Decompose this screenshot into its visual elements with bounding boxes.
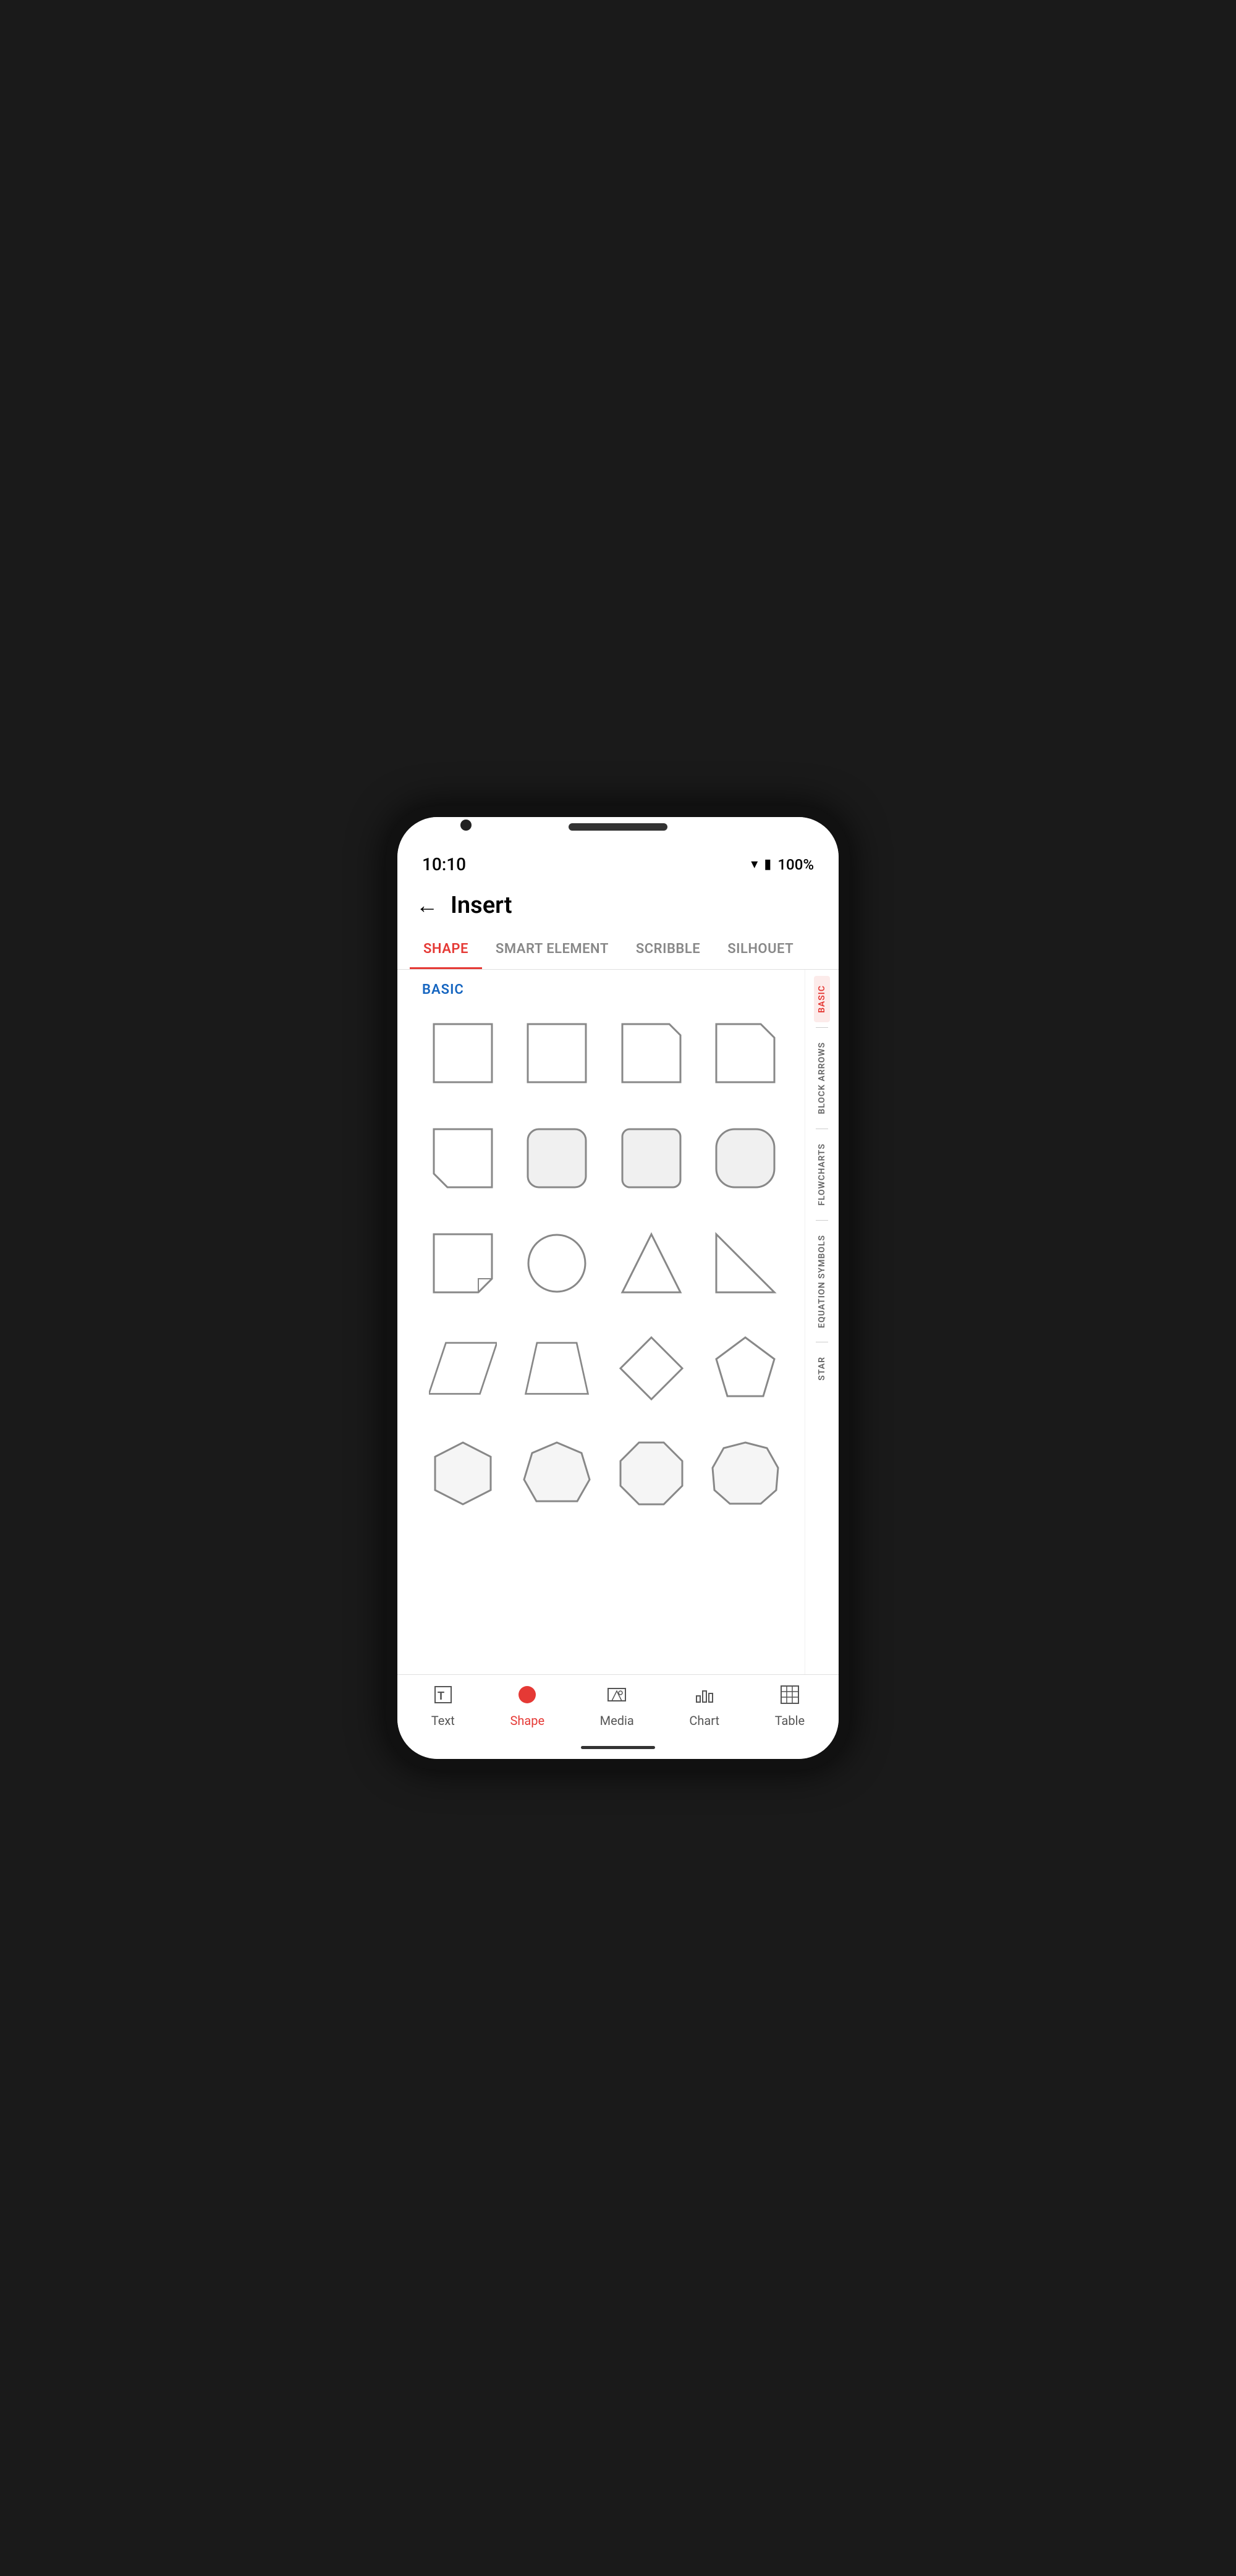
- shape-row-3: [416, 1220, 792, 1307]
- shape-rectangle-2[interactable]: [514, 1010, 600, 1096]
- tab-smart-element[interactable]: SMART ELEMENT: [482, 929, 622, 969]
- side-divider-3: [816, 1220, 828, 1221]
- nav-table[interactable]: Table: [775, 1685, 805, 1728]
- home-indicator: [581, 1746, 655, 1749]
- shape-grid: BASIC: [397, 970, 805, 1674]
- shape-rectangle[interactable]: [420, 1010, 506, 1096]
- content-area: BASIC: [397, 970, 839, 1674]
- shape-row-4: [416, 1325, 792, 1412]
- side-index: BASIC BLOCK ARROWS FLOWCHARTS EQUATION S…: [805, 970, 839, 1674]
- shape-rect-snip-corner[interactable]: [608, 1010, 695, 1096]
- battery-icon: ▮: [764, 857, 771, 872]
- speaker: [569, 823, 667, 831]
- nav-media[interactable]: Media: [600, 1685, 634, 1728]
- shape-diamond[interactable]: [608, 1325, 695, 1412]
- nav-text[interactable]: T Text: [431, 1685, 455, 1728]
- shape-rect-snip-corner-2[interactable]: [702, 1010, 789, 1096]
- media-icon: [607, 1685, 627, 1710]
- page-title: Insert: [451, 892, 512, 919]
- tabs-bar: SHAPE SMART ELEMENT SCRIBBLE SILHOUET: [397, 929, 839, 970]
- shape-parallelogram[interactable]: [420, 1325, 506, 1412]
- back-button[interactable]: ←: [416, 892, 438, 918]
- shape-circle[interactable]: [514, 1220, 600, 1307]
- shape-row-5: [416, 1430, 792, 1517]
- shape-folded-corner[interactable]: [420, 1220, 506, 1307]
- side-index-flowcharts[interactable]: FLOWCHARTS: [814, 1134, 830, 1215]
- nav-text-label: Text: [431, 1713, 455, 1728]
- nav-shape-label: Shape: [510, 1713, 544, 1728]
- camera: [460, 820, 472, 831]
- shape-hexagon[interactable]: [420, 1430, 506, 1517]
- shape-squircle[interactable]: [702, 1115, 789, 1201]
- nav-media-label: Media: [600, 1713, 634, 1728]
- side-index-equation-symbols[interactable]: EQUATION SYMBOLS: [814, 1226, 830, 1337]
- nav-chart[interactable]: Chart: [689, 1685, 719, 1728]
- shape-icon: [517, 1685, 537, 1710]
- nav-table-label: Table: [775, 1713, 805, 1728]
- side-index-star[interactable]: STAR: [814, 1347, 830, 1390]
- side-divider-1: [816, 1027, 828, 1028]
- wifi-icon: ▾: [751, 857, 758, 872]
- section-basic-label: BASIC: [416, 982, 792, 998]
- shape-rounded-rect-2[interactable]: [608, 1115, 695, 1201]
- side-index-block-arrows[interactable]: BLOCK ARROWS: [814, 1033, 830, 1124]
- tab-scribble[interactable]: SCRIBBLE: [622, 929, 714, 969]
- tab-silhouette[interactable]: SILHOUET: [714, 929, 807, 969]
- shape-right-triangle[interactable]: [702, 1220, 789, 1307]
- shape-row-1: [416, 1010, 792, 1096]
- nav-shape[interactable]: Shape: [510, 1685, 544, 1728]
- battery-text: 100%: [777, 856, 814, 873]
- header: ← Insert: [397, 882, 839, 929]
- shape-row-2: [416, 1115, 792, 1201]
- status-time: 10:10: [422, 854, 466, 875]
- text-icon: T: [433, 1685, 453, 1710]
- shape-nonagon[interactable]: [702, 1430, 789, 1517]
- shape-octagon[interactable]: [608, 1430, 695, 1517]
- shape-snip-bottom-left[interactable]: [420, 1115, 506, 1201]
- svg-text:T: T: [438, 1690, 444, 1702]
- nav-chart-label: Chart: [689, 1713, 719, 1728]
- status-icons: ▾ ▮ 100%: [751, 856, 814, 873]
- shape-heptagon[interactable]: [514, 1430, 600, 1517]
- shape-rounded-rect[interactable]: [514, 1115, 600, 1201]
- table-icon: [780, 1685, 800, 1710]
- shape-trapezoid[interactable]: [514, 1325, 600, 1412]
- side-index-basic[interactable]: BASIC: [814, 976, 830, 1022]
- shape-pentagon[interactable]: [702, 1325, 789, 1412]
- chart-icon: [695, 1685, 714, 1710]
- tab-shape[interactable]: SHAPE: [410, 929, 482, 969]
- phone-inner: 10:10 ▾ ▮ 100% ← Insert SHAPE SMART ELEM…: [397, 817, 839, 1759]
- phone-frame: 10:10 ▾ ▮ 100% ← Insert SHAPE SMART ELEM…: [386, 806, 850, 1770]
- shape-triangle[interactable]: [608, 1220, 695, 1307]
